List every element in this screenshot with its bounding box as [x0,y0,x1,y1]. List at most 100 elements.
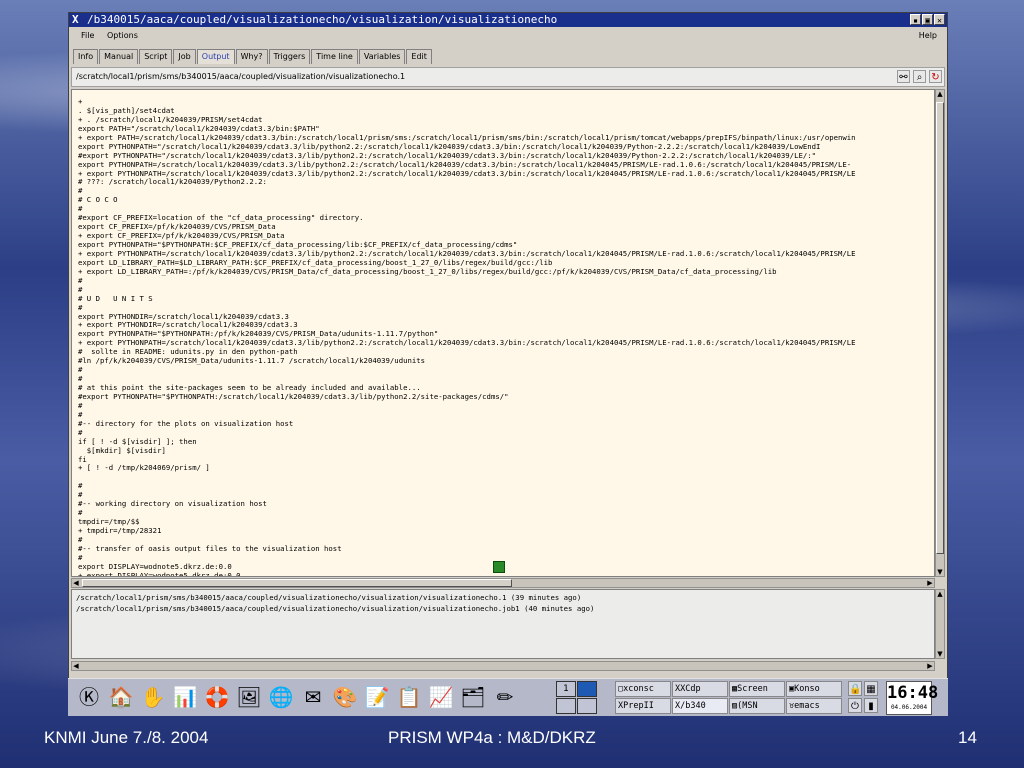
tab-why[interactable]: Why? [235,49,268,64]
hscroll-thumb[interactable] [82,579,512,587]
output-line: tmpdir=/tmp/$$ [78,517,140,527]
logout-icon[interactable]: ⏻ [848,698,862,713]
lifebuoy-icon[interactable]: 🛟 [204,683,230,711]
window-title: /b340015/aaca/coupled/visualizationecho/… [87,13,558,26]
tab-bar: Info Manual Script Job Output Why? Trigg… [73,49,433,64]
footer-left: KNMI June 7./8. 2004 [44,728,209,747]
output-line: # U D U N I T S [78,293,153,303]
output-line: # [78,427,83,437]
output-vertical-scrollbar[interactable]: ▲ ▼ [935,89,945,577]
tab-edit[interactable]: Edit [406,49,432,64]
spreadsheet-icon[interactable]: 📋 [396,683,422,711]
image-viewer-icon[interactable]: 🖼 [236,683,262,711]
tray-battery-icon[interactable]: ▮ [864,698,878,713]
output-line: # [78,275,83,285]
task-xcdp[interactable]: XXCdp [672,681,728,697]
menu-file[interactable]: File [81,27,94,45]
output-line: + [ ! -d /tmp/k204069/prism/ ] [78,463,210,473]
scroll-down-arrow-icon[interactable]: ▼ [936,650,944,658]
list-item[interactable]: /scratch/local1/prism/sms/b340015/aaca/c… [76,603,934,614]
history-vertical-scrollbar[interactable]: ▲ ▼ [935,589,945,659]
kde-taskbar: Ⓚ 🏠 ✋ 📊 🛟 🖼 🌐 ✉ 🎨 📝 📋 📈 🗂 ✏ 1 ▢xconsc XXCdp ▩Screen ▣… [68,678,948,716]
close-button[interactable]: ✕ [934,14,945,25]
reload-icon[interactable]: ↻ [929,70,942,83]
task-b340[interactable]: X/b340 [672,698,728,714]
sms-output-window: X /b340015/aaca/coupled/visualizationech… [68,12,948,690]
paint-icon[interactable]: 🎨 [332,683,358,711]
office-icon[interactable]: 📝 [364,683,390,711]
tray-app-icon[interactable]: ▦ [864,681,878,696]
home-folder-icon[interactable]: 🏠 [108,683,134,711]
kde-menu-icon[interactable]: Ⓚ [76,683,102,711]
desktop-1-button[interactable]: 1 [556,681,576,697]
output-line: if [ ! -d $[visdir] ]; then [78,436,197,446]
chart-tool-icon[interactable]: 📊 [172,683,198,711]
scroll-up-arrow-icon[interactable]: ▲ [936,590,944,598]
task-emacs[interactable]: ♉emacs [786,698,842,714]
output-text-area[interactable]: +. $[vis_path]/set4cdat + . /scratch/loca… [71,89,935,577]
tab-variables[interactable]: Variables [358,49,406,64]
scroll-thumb[interactable] [936,102,944,554]
output-line: + export DISPLAY=wodnote5.dkrz.de:0.0 [78,570,241,577]
tab-info[interactable]: Info [73,49,99,64]
output-line: # [78,400,83,410]
output-line: #export PYTHONPATH="$PYTHONPATH:/scratch… [78,391,509,401]
scroll-left-arrow-icon[interactable]: ◀ [72,579,80,587]
output-line: + tmpdir=/tmp/28321 [78,526,162,535]
menu-bar: File Options Help [69,27,947,45]
output-horizontal-scrollbar[interactable]: ◀ ▶ [71,578,935,588]
tab-output[interactable]: Output [196,49,235,64]
output-line: # [78,186,83,196]
scroll-down-arrow-icon[interactable]: ▼ [936,568,944,576]
scroll-up-arrow-icon[interactable]: ▲ [936,90,944,98]
desktop-2-button[interactable] [577,681,597,697]
tab-time-line[interactable]: Time line [311,49,358,64]
globe-browser-icon[interactable]: 🌐 [268,683,294,711]
maximize-button[interactable]: ▣ [922,14,933,25]
output-line: # [78,284,83,294]
tab-script[interactable]: Script [139,49,173,64]
tab-triggers[interactable]: Triggers [268,49,311,64]
output-line: # ???: /scratch/local1/k204039/Python2.2… [78,177,267,187]
task-konsole[interactable]: ▣Konso [786,681,842,697]
output-line: + [78,97,83,106]
hand-icon[interactable]: ✋ [140,683,166,711]
minimize-button[interactable]: ▪ [910,14,921,25]
menu-options[interactable]: Options [107,27,138,45]
output-line: #-- working directory on visualization h… [78,499,267,509]
desktop-4-button[interactable] [577,698,597,714]
output-line: #ln /pf/k/k204039/CVS/PRISM_Data/udunits… [78,356,426,366]
title-bar[interactable]: X /b340015/aaca/coupled/visualizationech… [69,13,947,27]
tab-job[interactable]: Job [173,49,196,64]
file-history-list: /scratch/local1/prism/sms/b340015/aaca/c… [71,589,935,659]
output-line: # C O C O [78,195,118,205]
file-path: /scratch/local1/prism/sms/b340015/aaca/c… [76,72,406,81]
task-msn[interactable]: ▨(MSN [729,698,785,714]
mail-icon[interactable]: ✉ [300,683,326,711]
desktop-3-button[interactable] [556,698,576,714]
presentation-icon[interactable]: 🗂 [460,683,486,711]
history-horizontal-scrollbar[interactable]: ◀ ▶ [71,661,935,671]
x-window-icon: X [72,13,79,26]
task-screen[interactable]: ▩Screen [729,681,785,697]
clock[interactable]: 16:48 04.06.2004 [886,681,939,715]
lock-screen-icon[interactable]: 🔒 [848,681,862,696]
graph-icon[interactable]: 📈 [428,683,454,711]
menu-help[interactable]: Help [919,27,937,45]
pen-tool-icon[interactable]: ✏ [492,683,518,711]
task-prepifs[interactable]: XPrepII [615,698,671,714]
search-icon[interactable]: ⌕ [913,70,926,83]
output-line: #-- directory for the plots on visualiza… [78,418,294,428]
binoculars-icon[interactable]: ⚯ [897,70,910,83]
output-line: + export LD_LIBRARY_PATH=:/pf/k/k204039/… [78,266,777,276]
scroll-right-arrow-icon[interactable]: ▶ [926,662,934,670]
clock-time: 16:48 [887,683,939,703]
clock-date: 04.06.2004 [890,704,928,711]
tab-manual[interactable]: Manual [99,49,139,64]
scroll-left-arrow-icon[interactable]: ◀ [72,662,80,670]
list-item[interactable]: /scratch/local1/prism/sms/b340015/aaca/c… [76,592,934,603]
scroll-right-arrow-icon[interactable]: ▶ [926,579,934,587]
output-line: # [78,365,83,375]
task-xconsole[interactable]: ▢xconsc [615,681,671,697]
